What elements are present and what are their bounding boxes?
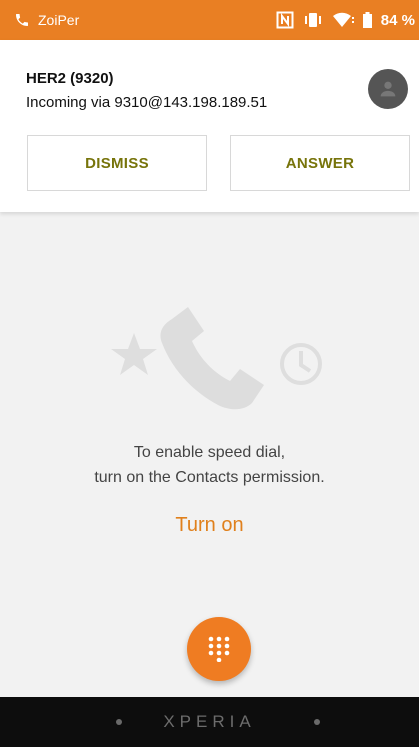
brand-logo: XPERIA [163, 712, 256, 731]
answer-button[interactable]: ANSWER [230, 135, 410, 191]
clock-icon [280, 343, 322, 385]
permission-message-line1: To enable speed dial, [133, 444, 286, 461]
battery-level: 84 % [380, 11, 415, 29]
battery-icon [362, 12, 372, 28]
status-icons: 84 % [276, 11, 415, 29]
dialpad-button[interactable] [187, 617, 251, 681]
phone-icon [16, 14, 28, 26]
bezel-sensor-left [116, 719, 122, 725]
screen: ZoiPer 84 % HER2 (9320) Incoming via 931… [0, 0, 419, 747]
person-icon [380, 81, 396, 97]
dialpad-icon [208, 636, 230, 662]
wifi-icon [332, 12, 354, 27]
phone-handset-icon [160, 307, 264, 410]
caller-via: Incoming via 9310@143.198.189.51 [26, 94, 268, 111]
dismiss-button[interactable]: DISMISS [27, 135, 207, 191]
vibrate-icon [304, 13, 321, 27]
turn-on-button[interactable]: Turn on [0, 514, 419, 537]
speed-dial-illustration [111, 307, 322, 410]
permission-message-line2: turn on the Contacts permission. [94, 469, 325, 486]
nfc-icon [276, 11, 294, 29]
caller-name: HER2 (9320) [26, 70, 114, 87]
star-icon [111, 333, 157, 375]
app-name: ZoiPer [38, 12, 80, 28]
device-bezel: XPERIA [0, 697, 419, 747]
avatar [368, 69, 408, 109]
incoming-call-notification[interactable]: HER2 (9320) Incoming via 9310@143.198.18… [0, 40, 419, 212]
notification-app: ZoiPer [14, 12, 79, 28]
bezel-sensor-right [314, 719, 320, 725]
status-bar: ZoiPer 84 % [0, 0, 419, 40]
